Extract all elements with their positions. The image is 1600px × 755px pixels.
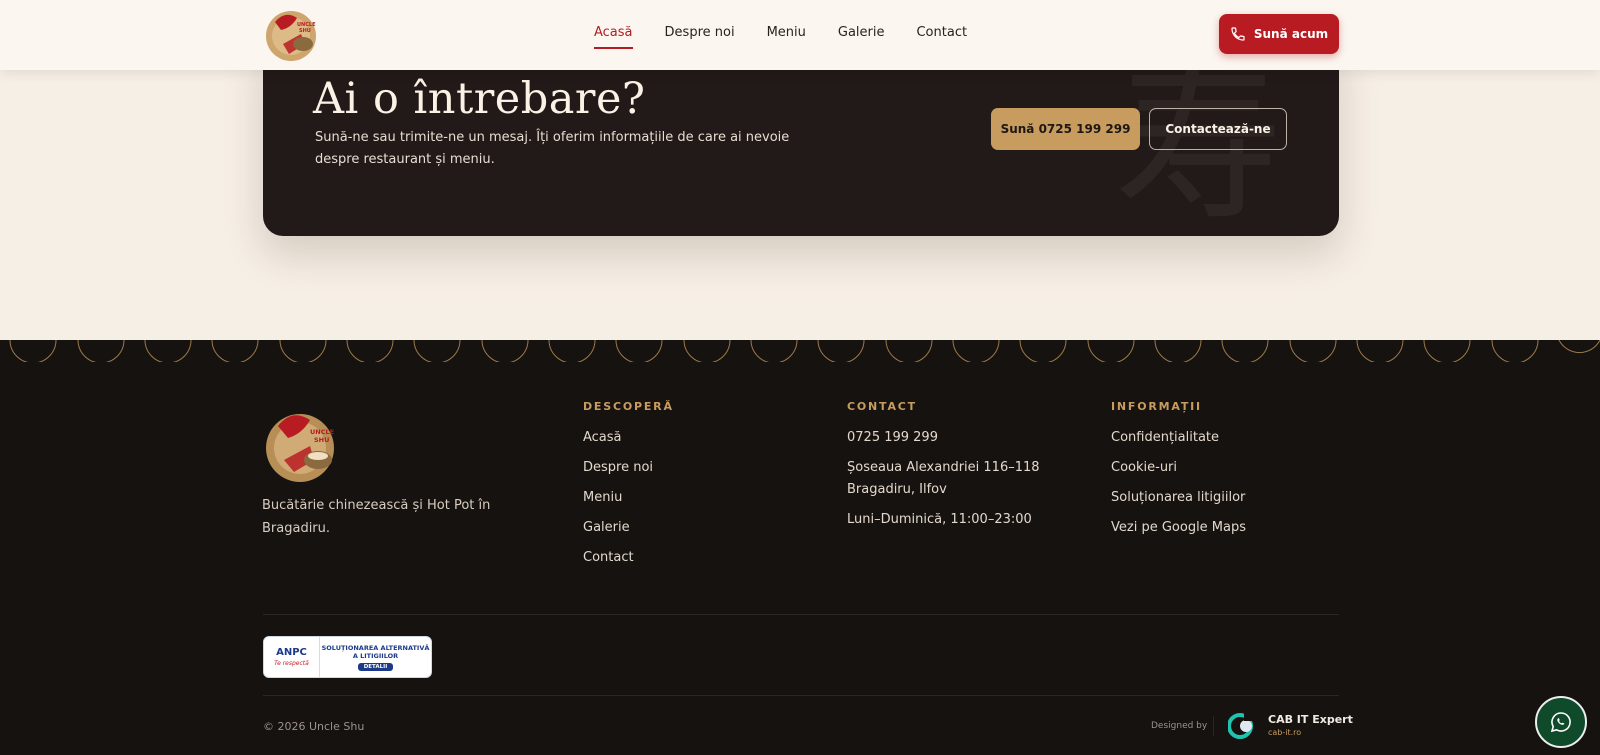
designed-by-label: Designed by (1151, 721, 1208, 731)
info-heading: INFORMAȚII (1111, 400, 1202, 413)
discover-column: DESCOPERĂ Acasă Despre noi Meniu Galerie… (583, 400, 674, 577)
footer-link-acasa[interactable]: Acasă (583, 427, 674, 449)
footer-divider (263, 614, 1339, 615)
nav-galerie[interactable]: Galerie (838, 25, 885, 40)
whatsapp-button[interactable] (1535, 696, 1587, 748)
anpc-badge[interactable]: ANPC Te respectă SOLUȚIONAREA ALTERNATIV… (263, 636, 432, 678)
contact-heading: CONTACT (847, 400, 917, 413)
nav-acasa[interactable]: Acasă (594, 25, 633, 49)
copyright: © 2026 Uncle Shu (263, 720, 365, 733)
site-header: UNCLE SHU Acasă Despre noi Meniu Galerie… (0, 0, 1600, 70)
anpc-title: SOLUȚIONAREA ALTERNATIVĂ A LITIGIILOR (321, 643, 430, 660)
svg-text:SHU: SHU (299, 28, 311, 34)
anpc-details-button[interactable]: DETALII (357, 662, 394, 671)
footer-address: Șoseaua Alexandriei 116–118 Bragadiru, I… (847, 460, 1040, 497)
info-column: INFORMAȚII Confidențialitate Cookie-uri … (1111, 400, 1246, 547)
contact-us-button[interactable]: Contactează-ne (1149, 108, 1287, 150)
contact-column: CONTACT 0725 199 299 Șoseaua Alexandriei… (847, 400, 1047, 539)
svg-text:SHU: SHU (314, 436, 329, 444)
anpc-logo-block: ANPC Te respectă (264, 637, 320, 677)
nav-despre-noi[interactable]: Despre noi (665, 25, 735, 40)
footer-divider-bottom (263, 695, 1339, 696)
call-phone-button[interactable]: Sună 0725 199 299 (991, 108, 1140, 150)
footer-link-cookies[interactable]: Cookie-uri (1111, 457, 1246, 479)
phone-icon (1231, 27, 1245, 41)
cab-it-logo-icon[interactable] (1228, 712, 1256, 740)
footer-link-meniu[interactable]: Meniu (583, 487, 674, 509)
whatsapp-icon (1550, 712, 1571, 733)
discover-heading: DESCOPERĂ (583, 400, 674, 413)
footer-link-disputes[interactable]: Soluționarea litigiilor (1111, 487, 1246, 509)
footer-description: Bucătărie chinezească și Hot Pot în Brag… (262, 498, 491, 536)
footer-link-galerie[interactable]: Galerie (583, 517, 674, 539)
footer-uncle-shu-logo[interactable]: UNCLE SHU (262, 402, 344, 486)
footer-hours: Luni–Duminică, 11:00–23:00 (847, 512, 1032, 527)
call-now-button[interactable]: Sună acum (1219, 14, 1339, 54)
main-nav: Acasă Despre noi Meniu Galerie Contact (594, 0, 967, 64)
footer-link-google-maps[interactable]: Vezi pe Google Maps (1111, 517, 1246, 539)
cta-text: Sună-ne sau trimite-ne un mesaj. Îți ofe… (315, 130, 790, 167)
site-footer: UNCLE SHU Bucătărie chinezească și Hot P… (0, 340, 1600, 755)
anpc-text-block: SOLUȚIONAREA ALTERNATIVĂ A LITIGIILOR DE… (320, 637, 431, 677)
svg-text:UNCLE: UNCLE (310, 428, 334, 436)
designer-url[interactable]: cab-it.ro (1268, 728, 1301, 737)
nav-contact[interactable]: Contact (916, 25, 967, 40)
designer-separator (1213, 716, 1214, 736)
footer-phone[interactable]: 0725 199 299 (847, 427, 1047, 449)
footer-link-contact[interactable]: Contact (583, 547, 674, 569)
footer-link-privacy[interactable]: Confidențialitate (1111, 427, 1246, 449)
designer-name[interactable]: CAB IT Expert (1268, 713, 1353, 726)
cta-title: Ai o întrebare? (313, 74, 646, 124)
uncle-shu-logo[interactable]: UNCLE SHU (261, 4, 323, 64)
nav-meniu[interactable]: Meniu (767, 25, 806, 40)
call-now-label: Sună acum (1253, 27, 1329, 41)
scallop-border-decoration (9, 340, 1600, 362)
anpc-logo: ANPC (276, 646, 307, 658)
footer-link-despre-noi[interactable]: Despre noi (583, 457, 674, 479)
anpc-tagline: Te respectă (274, 659, 309, 667)
